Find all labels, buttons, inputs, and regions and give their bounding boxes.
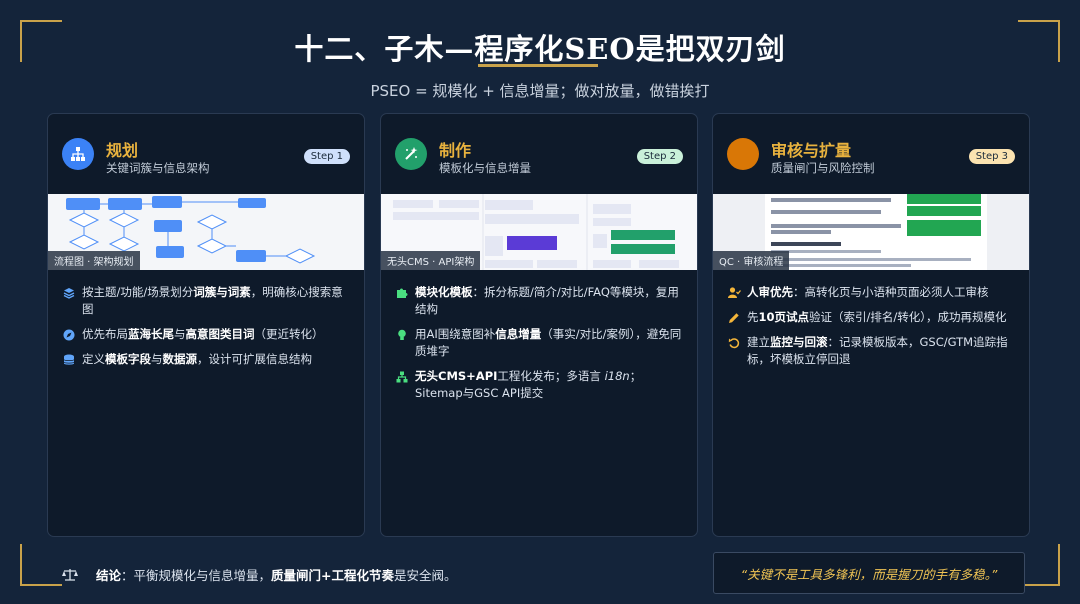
list-item: 人审优先：高转化页与小语种页面必须人工审核: [727, 284, 1017, 301]
step-badge: Step 1: [303, 149, 350, 164]
pencil-icon: [727, 311, 741, 325]
card-header: 制作 模板化与信息增量 Step 2: [381, 114, 697, 194]
card-title: 制作: [439, 141, 472, 160]
step-badge: Step 3: [968, 149, 1015, 164]
card-title: 规划: [106, 141, 139, 160]
list-item: 按主题/功能/场景划分词簇与词素，明确核心搜索意图: [62, 284, 352, 318]
card-subtitle: 关键词簇与信息架构: [106, 161, 210, 175]
list-item: 用AI围绕意图补信息增量（事实/对比/案例），避免同质堆字: [395, 326, 685, 360]
lightbulb-icon: [395, 328, 409, 342]
cms-architecture-image: 无头CMS · API架构: [381, 194, 697, 270]
image-caption: 无头CMS · API架构: [381, 251, 481, 270]
corner-decoration-bottom-left: [20, 544, 62, 586]
database-icon: [62, 353, 76, 367]
list-item: 优先布局蓝海长尾与高意图类目词（更近转化）: [62, 326, 352, 343]
puzzle-icon: [395, 286, 409, 300]
card-subtitle: 质量闸门与风险控制: [771, 161, 875, 175]
slide-title: 十二、子木—程序化SEO是把双刃剑: [294, 32, 786, 66]
bullet-list: 人审优先：高转化页与小语种页面必须人工审核 先10页试点验证（索引/排名/转化）…: [727, 284, 1017, 376]
card-header: 审核与扩量 质量闸门与风险控制 Step 3: [713, 114, 1029, 194]
step-badge: Step 2: [636, 149, 683, 164]
rollback-icon: [727, 336, 741, 350]
image-caption: 流程图 · 架构规划: [48, 251, 140, 270]
balance-scale-icon: [62, 568, 78, 582]
image-caption: QC · 审核流程: [713, 251, 790, 270]
network-icon: [395, 370, 409, 384]
qc-checklist-image: QC · 审核流程: [713, 194, 1029, 270]
list-item: 先10页试点验证（索引/排名/转化），成功再规模化: [727, 309, 1017, 326]
list-item: 模块化模板：拆分标题/简介/对比/FAQ等模块，复用结构: [395, 284, 685, 318]
title-underline: [478, 64, 598, 67]
list-item: 无头CMS+API工程化发布；多语言 i18n；Sitemap与GSC API提…: [395, 368, 685, 402]
magic-wand-icon: [395, 138, 427, 170]
card-title: 审核与扩量: [771, 141, 852, 160]
flowchart-image: 流程图 · 架构规划: [48, 194, 364, 270]
card-header: 规划 关键词簇与信息架构 Step 1: [48, 114, 364, 194]
card-review-scale: 审核与扩量 质量闸门与风险控制 Step 3 QC · 审核流程 人审优先：高转…: [712, 113, 1030, 537]
card-planning: 规划 关键词簇与信息架构 Step 1 流程图 · 架构规划 按主题/功能/场景…: [47, 113, 365, 537]
conclusion: 结论 ：平衡规模化与信息增量， 质量闸门+工程化节奏 是安全阀。: [62, 565, 457, 584]
compass-icon: [62, 328, 76, 342]
bullet-list: 按主题/功能/场景划分词簇与词素，明确核心搜索意图 优先布局蓝海长尾与高意图类目…: [62, 284, 352, 376]
conclusion-label: 结论: [96, 568, 122, 583]
quote-box: “关键不是工具多锋利，而是握刀的手有多稳。”: [713, 552, 1025, 594]
card-subtitle: 模板化与信息增量: [439, 161, 531, 175]
bullet-list: 模块化模板：拆分标题/简介/对比/FAQ等模块，复用结构 用AI围绕意图补信息增…: [395, 284, 685, 410]
layers-icon: [62, 286, 76, 300]
list-item: 建立监控与回滚：记录模板版本，GSC/GTM追踪指标，坏模板立停回退: [727, 334, 1017, 368]
card-production: 制作 模板化与信息增量 Step 2 无头CMS · API架构 模块化模板：拆…: [380, 113, 698, 537]
user-check-icon: [727, 286, 741, 300]
sitemap-icon: [62, 138, 94, 170]
list-item: 定义模板字段与数据源，设计可扩展信息结构: [62, 351, 352, 368]
slide-subtitle: PSEO = 规模化 + 信息增量；做对放量，做错挨打: [370, 82, 710, 100]
shield-check-icon: [727, 138, 759, 170]
